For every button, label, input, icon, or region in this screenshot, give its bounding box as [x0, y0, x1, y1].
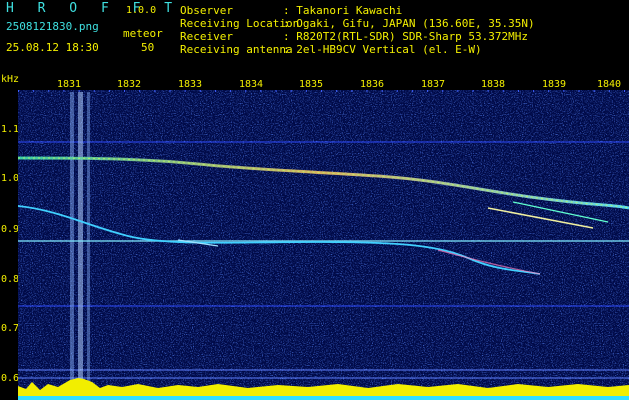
- x-tick-label: 1835: [298, 79, 324, 90]
- x-tick-label: 1832: [116, 79, 142, 90]
- app-version: 1.0.0: [126, 5, 157, 16]
- noise-texture: [18, 90, 629, 400]
- antenna-label: Receiving antenna: [180, 43, 293, 56]
- y-tick-label: 0.7: [1, 323, 20, 334]
- capture-datetime: 25.08.12 18:30: [6, 41, 99, 54]
- interference-band: [78, 92, 83, 382]
- y-tick-label: 0.6: [1, 373, 20, 384]
- x-tick-label: 1840: [596, 79, 622, 90]
- antenna-value: : 2el-HB9CV Vertical (el. E-W): [283, 43, 482, 56]
- x-tick-label: 1834: [238, 79, 264, 90]
- file-name: 2508121830.png: [6, 20, 99, 33]
- x-tick-label: 1839: [541, 79, 567, 90]
- station-info-labels: Observer Receiving Location Receiver Receiv…: [180, 4, 299, 56]
- hrofft-window: H R O F F T 1.0.0 2508121830.png 25.08.1…: [0, 0, 629, 400]
- y-tick-label: 1.0: [1, 173, 20, 184]
- x-tick-label: 1837: [420, 79, 446, 90]
- observer-value: : Takanori Kawachi: [283, 4, 403, 17]
- y-tick-label: 1.1: [1, 124, 20, 135]
- x-tick-label: 1831: [56, 79, 82, 90]
- x-tick-label: 1833: [177, 79, 203, 90]
- interference-band: [87, 92, 90, 382]
- location-value: : Ogaki, Gifu, JAPAN (136.60E, 35.35N): [283, 17, 535, 30]
- x-tick-label: 1836: [359, 79, 385, 90]
- receiver-label: Receiver: [180, 30, 233, 43]
- x-tick-marks: [18, 90, 629, 92]
- meteor-count-label: meteor: [123, 27, 163, 40]
- y-axis-unit: kHz: [1, 74, 20, 85]
- spectrogram-panel: [18, 90, 629, 400]
- station-info-values: : Takanori Kawachi: Ogaki, Gifu, JAPAN (…: [283, 4, 535, 56]
- intensity-baseline: [18, 396, 629, 400]
- meteor-count-value: 50: [141, 41, 155, 54]
- spectrogram-plot: [18, 90, 629, 400]
- interference-band: [70, 92, 74, 382]
- location-label: Receiving Location: [180, 17, 300, 30]
- x-tick-label: 1838: [480, 79, 506, 90]
- receiver-value: : R820T2(RTL-SDR) SDR-Sharp 53.372MHz: [283, 30, 529, 43]
- observer-label: Observer: [180, 4, 233, 17]
- y-tick-label: 0.9: [1, 224, 20, 235]
- y-tick-label: 0.8: [1, 274, 20, 285]
